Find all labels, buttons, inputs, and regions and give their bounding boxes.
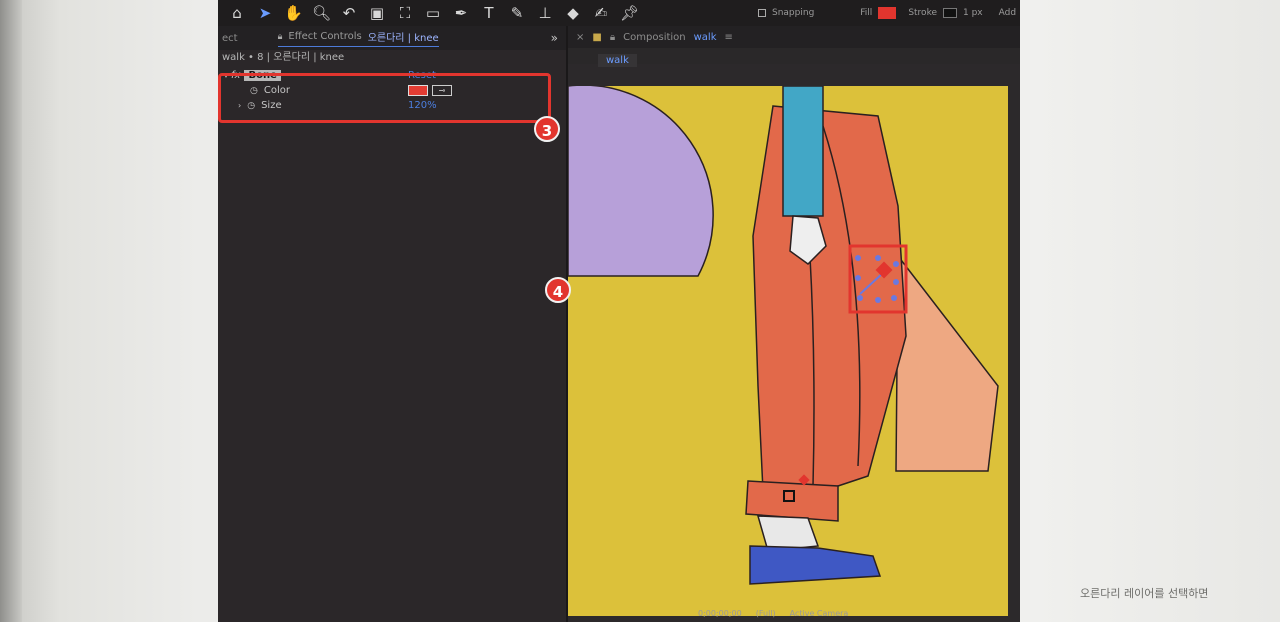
effect-controls-tabbar: ect 🔒︎ Effect Controls 오른다리 | knee »	[218, 26, 566, 50]
composition-tab-prefix[interactable]: Composition	[623, 32, 685, 43]
add-label[interactable]: Add	[999, 8, 1016, 18]
composition-menu-icon[interactable]: ≡	[725, 32, 733, 43]
step-badge-4: 4	[545, 277, 571, 303]
bone-handle	[855, 255, 861, 261]
home-icon[interactable]: ⌂	[228, 4, 246, 22]
composition-tab-name[interactable]: walk	[694, 32, 717, 43]
roto-brush-tool-icon[interactable]: ✍	[592, 4, 610, 22]
stroke-label: Stroke	[908, 8, 937, 18]
composition-footer: 0;00;00;00 (Full) Active Camera	[698, 606, 998, 620]
snapping-label: Snapping	[772, 8, 815, 18]
lock-icon[interactable]: 🔒︎	[278, 32, 283, 42]
panel-edge-label: ect	[222, 32, 238, 44]
effect-controls-panel: ect 🔒︎ Effect Controls 오른다리 | knee » wal…	[218, 26, 568, 622]
effect-controls-tab-layer: 오른다리 | knee	[367, 33, 439, 44]
footer-time[interactable]: 0;00;00;00	[698, 609, 742, 618]
camera-tool-icon[interactable]: ▣	[368, 4, 386, 22]
bone-handle	[855, 275, 861, 281]
fill-swatch[interactable]	[878, 7, 897, 19]
rotate-tool-icon[interactable]: ↶	[340, 4, 358, 22]
brush-tool-icon[interactable]: ✎	[508, 4, 526, 22]
stroke-swatch[interactable]	[943, 8, 957, 18]
highlight-frame-3	[218, 73, 551, 123]
hand-tool-icon[interactable]: ✋	[284, 4, 303, 22]
rectangle-tool-icon[interactable]: ▭	[424, 4, 442, 22]
tab-effect-controls[interactable]: 🔒︎ Effect Controls 오른다리 | knee	[277, 29, 439, 47]
bone-handle	[857, 295, 863, 301]
tools-toolbar: ⌂ ➤ ✋ 🔍︎ ↶ ▣ ⛶ ▭ ✒ T ✎ ⊥ ◆ ✍ 📌︎ Snapping…	[218, 0, 1020, 26]
bone-handle	[893, 261, 899, 267]
snapping-checkbox[interactable]	[758, 9, 766, 17]
book-caption: 오른다리 레이어를 선택하면	[1080, 587, 1209, 600]
type-tool-icon[interactable]: T	[480, 4, 498, 22]
page-shadow	[0, 0, 22, 622]
composition-panel: × ■ 🔒︎ Composition walk ≡ walk 4 0;00;00…	[545, 26, 1020, 622]
after-effects-window: ⌂ ➤ ✋ 🔍︎ ↶ ▣ ⛶ ▭ ✒ T ✎ ⊥ ◆ ✍ 📌︎ Snapping…	[218, 0, 1020, 622]
effect-controls-tab-label: Effect Controls	[288, 31, 362, 42]
puppet-pin-tool-icon[interactable]: 📌︎	[620, 4, 639, 22]
zoom-tool-icon[interactable]: 🔍︎	[312, 4, 331, 22]
step-badge-3: 3	[534, 116, 560, 142]
bone-handle	[875, 297, 881, 303]
composition-viewer[interactable]	[568, 86, 1008, 616]
fill-label: Fill	[860, 8, 873, 18]
stroke-size[interactable]: 1 px	[963, 8, 983, 18]
composition-subtabbar: walk	[568, 48, 1020, 67]
effect-controls-path: walk • 8 | 오른다리 | knee	[222, 52, 345, 63]
panel-overflow-icon[interactable]: »	[551, 31, 558, 45]
clone-stamp-tool-icon[interactable]: ⊥	[536, 4, 554, 22]
bone-handle	[875, 255, 881, 261]
pan-behind-tool-icon[interactable]: ⛶	[396, 4, 414, 22]
bone-handle	[891, 295, 897, 301]
shirt	[782, 86, 824, 217]
composition-icon: ■	[592, 31, 602, 43]
lock-icon[interactable]: 🔒︎	[610, 32, 615, 43]
bone-handle	[893, 279, 899, 285]
eraser-tool-icon[interactable]: ◆	[564, 4, 582, 22]
pen-tool-icon[interactable]: ✒	[452, 4, 470, 22]
footer-view[interactable]: Active Camera	[790, 609, 849, 618]
tab-walk[interactable]: walk	[598, 54, 637, 67]
footer-zoom[interactable]: (Full)	[756, 609, 776, 618]
composition-tabbar: × ■ 🔒︎ Composition walk ≡	[568, 26, 1020, 48]
selection-tool-icon[interactable]: ➤	[256, 4, 274, 22]
close-icon[interactable]: ×	[576, 32, 584, 43]
